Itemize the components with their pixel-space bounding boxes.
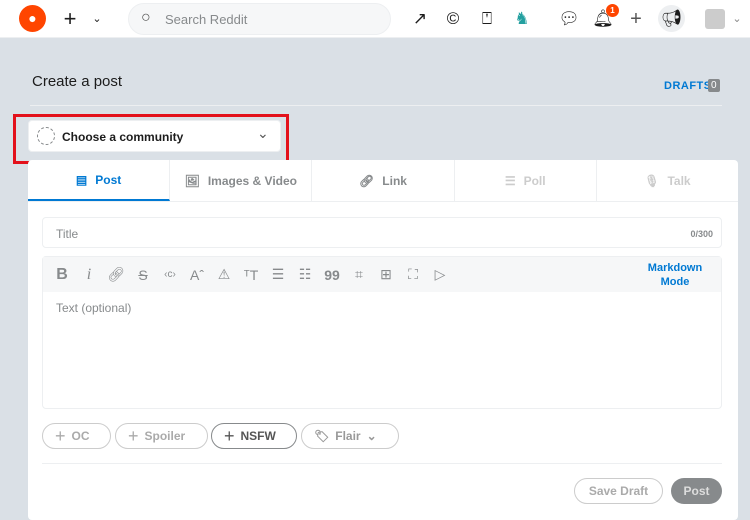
drafts-count: 0	[708, 79, 720, 92]
image-icon: 🖼︎	[184, 173, 200, 188]
notification-badge: 1	[606, 4, 619, 17]
plus-icon: +	[224, 425, 235, 446]
flair-button[interactable]: 🏷︎ Flair ⌄	[301, 423, 399, 449]
text-editor: B i 🔗︎ S ‹c› Aˆ ⚠︎ ᵀT ☰ ☷ 99 ⌗ ⊞ ⛶ ▷ Mar…	[42, 256, 722, 409]
text-input[interactable]: Text (optional)	[56, 301, 131, 315]
tab-post[interactable]: ▤ Post	[28, 160, 171, 201]
link-icon: 🔗︎	[359, 173, 375, 188]
user-avatar[interactable]	[705, 9, 725, 29]
poll-icon: ☰	[504, 173, 516, 188]
mic-icon: 🎙︎	[644, 173, 660, 188]
inline-code-icon[interactable]: ‹c›	[161, 269, 179, 280]
tab-poll[interactable]: ☰ Poll	[455, 160, 597, 201]
markdown-mode-button[interactable]: Markdown Mode	[645, 261, 705, 289]
editor-toolbar: B i 🔗︎ S ‹c› Aˆ ⚠︎ ᵀT ☰ ☷ 99 ⌗ ⊞ ⛶ ▷ Mar…	[43, 257, 721, 292]
chevron-down-icon: ⌄	[366, 429, 377, 443]
image-icon[interactable]: ⛶	[404, 266, 422, 283]
strikethrough-icon[interactable]: S	[134, 267, 152, 283]
coins-icon[interactable]: ©	[441, 7, 465, 31]
plus-icon: +	[55, 425, 66, 446]
bold-icon[interactable]: B	[53, 266, 71, 284]
plus-icon: +	[128, 425, 139, 446]
tag-icon: 🏷︎	[314, 429, 330, 443]
page-title: Create a post	[32, 73, 123, 90]
tab-images-video[interactable]: 🖼︎ Images & Video	[170, 160, 313, 201]
chevron-down-icon[interactable]: ⌄	[85, 7, 109, 31]
spoiler-button[interactable]: + Spoiler	[115, 423, 208, 449]
tab-talk[interactable]: 🎙︎ Talk	[597, 160, 738, 201]
italic-icon[interactable]: i	[80, 266, 98, 284]
nsfw-button[interactable]: + NSFW	[211, 423, 297, 449]
post-icon: ▤	[75, 172, 88, 187]
advertise-icon[interactable]: 📢︎	[658, 5, 685, 32]
oc-button[interactable]: + OC	[42, 423, 111, 449]
superscript-icon[interactable]: Aˆ	[188, 267, 206, 283]
numbered-list-icon[interactable]: ☷	[296, 266, 314, 283]
link-icon[interactable]: 🔗︎	[107, 266, 125, 283]
post-button[interactable]: Post	[671, 478, 722, 504]
divider	[30, 105, 722, 106]
spoiler-icon[interactable]: ⚠︎	[215, 266, 233, 283]
bulleted-list-icon[interactable]: ☰	[269, 266, 287, 283]
search-icon: ○	[141, 9, 151, 26]
reddit-logo-icon[interactable]: ●	[19, 5, 46, 32]
drafts-button[interactable]: DRAFTS	[664, 80, 712, 92]
talk-icon[interactable]: ⍞	[475, 7, 499, 31]
avatar-icon[interactable]: ♞	[510, 7, 534, 31]
highlight-box	[13, 114, 289, 164]
popular-icon[interactable]: ↗	[408, 7, 432, 31]
heading-icon[interactable]: ᵀT	[242, 267, 260, 283]
tab-link[interactable]: 🔗︎ Link	[312, 160, 455, 201]
quote-icon[interactable]: 99	[323, 267, 341, 283]
save-draft-button[interactable]: Save Draft	[574, 478, 663, 504]
post-type-tabs: ▤ Post 🖼︎ Images & Video 🔗︎ Link ☰ Poll 🎙︎ Ta…	[28, 160, 738, 202]
chat-icon[interactable]: 💬︎	[557, 7, 581, 31]
search-input[interactable]: ○ Search Reddit	[128, 3, 391, 35]
title-input[interactable]: Title 0/300	[42, 217, 722, 248]
title-counter: 0/300	[690, 229, 713, 239]
divider	[42, 463, 722, 464]
plus-icon[interactable]: +	[624, 7, 648, 31]
video-icon[interactable]: ▷	[431, 266, 449, 283]
user-menu-chevron-icon[interactable]: ⌄	[725, 7, 749, 31]
code-block-icon[interactable]: ⌗	[350, 266, 368, 283]
table-icon[interactable]: ⊞	[377, 266, 395, 283]
create-plus-icon[interactable]: +	[58, 7, 82, 31]
